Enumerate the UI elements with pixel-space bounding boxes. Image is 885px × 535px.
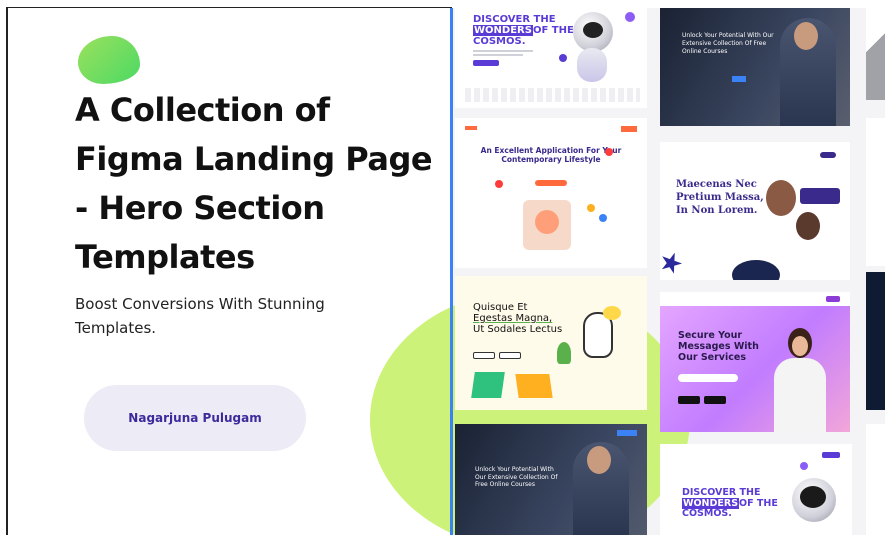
planet-icon — [625, 12, 635, 22]
cosmos2-headline: DISCOVER THE WONDERSOF THE COSMOS. — [682, 487, 778, 519]
cosmos-headline: DISCOVER THE WONDERSOF THE COSMOS. — [473, 14, 574, 47]
astronaut-visor — [583, 22, 603, 38]
student-head — [587, 446, 611, 474]
collage-divider-line — [450, 8, 453, 535]
title-bold-hero: Hero — [98, 189, 183, 227]
template-thumbnail-partial[interactable] — [866, 118, 885, 266]
frame-top-border — [6, 7, 452, 8]
speech-bubble-icon — [603, 306, 621, 320]
template-thumbnail-cosmos-2[interactable]: DISCOVER THE WONDERSOF THE COSMOS. — [660, 444, 852, 535]
secure-email-input — [678, 374, 738, 382]
quisque-headline: Quisque Et Egestas Magna, Ut Sodales Lec… — [473, 302, 563, 335]
star-icon — [660, 249, 685, 277]
maecenas-dark-circle — [732, 260, 780, 280]
app-nav-button — [621, 126, 637, 132]
person-photo — [766, 180, 796, 216]
courses-headline: Unlock Your Potential With Our Extensive… — [682, 32, 774, 55]
planet-icon — [800, 462, 808, 470]
cosmos2-nav-button — [822, 452, 840, 458]
astronaut-visor — [800, 486, 826, 508]
secure-navbar — [660, 292, 850, 306]
secure-headline: Secure Your Messages With Our Services — [678, 330, 759, 363]
maecenas-navbar — [674, 152, 836, 158]
maecenas-nav-button — [820, 152, 836, 158]
astronaut-body — [577, 48, 607, 82]
author-badge[interactable]: Nagarjuna Pulugam — [84, 385, 306, 451]
green-banner-shape — [471, 372, 505, 398]
woman-body — [774, 358, 826, 432]
green-blob-decoration — [78, 36, 140, 84]
app-headline: An Excellent Application For Your Contem… — [480, 146, 622, 164]
app-cta-button — [535, 180, 567, 186]
template-thumbnail-courses[interactable]: Unlock Your Potential With Our Extensive… — [660, 8, 850, 126]
template-thumbnail-partial[interactable] — [866, 8, 885, 100]
secure-nav-button — [826, 296, 840, 302]
avatar — [535, 210, 559, 234]
cosmos-faded-strip — [465, 88, 640, 102]
page-title: A Collection of Figma Landing Page - Her… — [75, 91, 433, 276]
student-head — [794, 22, 818, 50]
courses2-nav-button — [617, 430, 637, 436]
woman-face — [792, 336, 808, 356]
orange-banner-shape — [515, 374, 553, 398]
woman-with-phone-photo — [770, 328, 828, 432]
maecenas-card — [800, 188, 840, 204]
frame-left-border — [6, 8, 8, 535]
app-navbar — [465, 126, 637, 132]
title-bold-section: Section — [193, 189, 325, 227]
template-thumbnail-secure-messages[interactable]: Secure Your Messages With Our Services — [660, 292, 850, 432]
cosmos-cta-button — [473, 60, 499, 66]
template-thumbnail-quisque[interactable]: Quisque Et Egestas Magna, Ut Sodales Lec… — [455, 276, 647, 410]
tree-icon — [557, 342, 571, 364]
template-thumbnail-courses-2[interactable]: Unlock Your Potential With Our Extensive… — [455, 424, 647, 535]
template-thumbnail-app[interactable]: An Excellent Application For Your Contem… — [455, 118, 647, 268]
cosmos2-navbar — [672, 452, 840, 458]
template-thumbnail-partial[interactable] — [866, 272, 885, 410]
person-photo — [796, 212, 820, 240]
template-thumbnail-cosmos[interactable]: DISCOVER THE WONDERSOF THE COSMOS. — [455, 8, 647, 108]
template-thumbnail-maecenas[interactable]: Maecenas Nec Pretium Massa, In Non Lorem… — [660, 142, 850, 280]
planet-icon — [559, 54, 567, 62]
courses-cta-button — [732, 76, 746, 82]
courses2-headline: Unlock Your Potential With Our Extensive… — [475, 466, 558, 488]
template-thumbnail-partial[interactable] — [866, 424, 885, 535]
maecenas-headline: Maecenas Nec Pretium Massa, In Non Lorem… — [676, 179, 764, 216]
author-name: Nagarjuna Pulugam — [128, 411, 262, 425]
page-subtitle: Boost Conversions With Stunning Template… — [75, 295, 325, 337]
app-logo — [465, 126, 477, 130]
